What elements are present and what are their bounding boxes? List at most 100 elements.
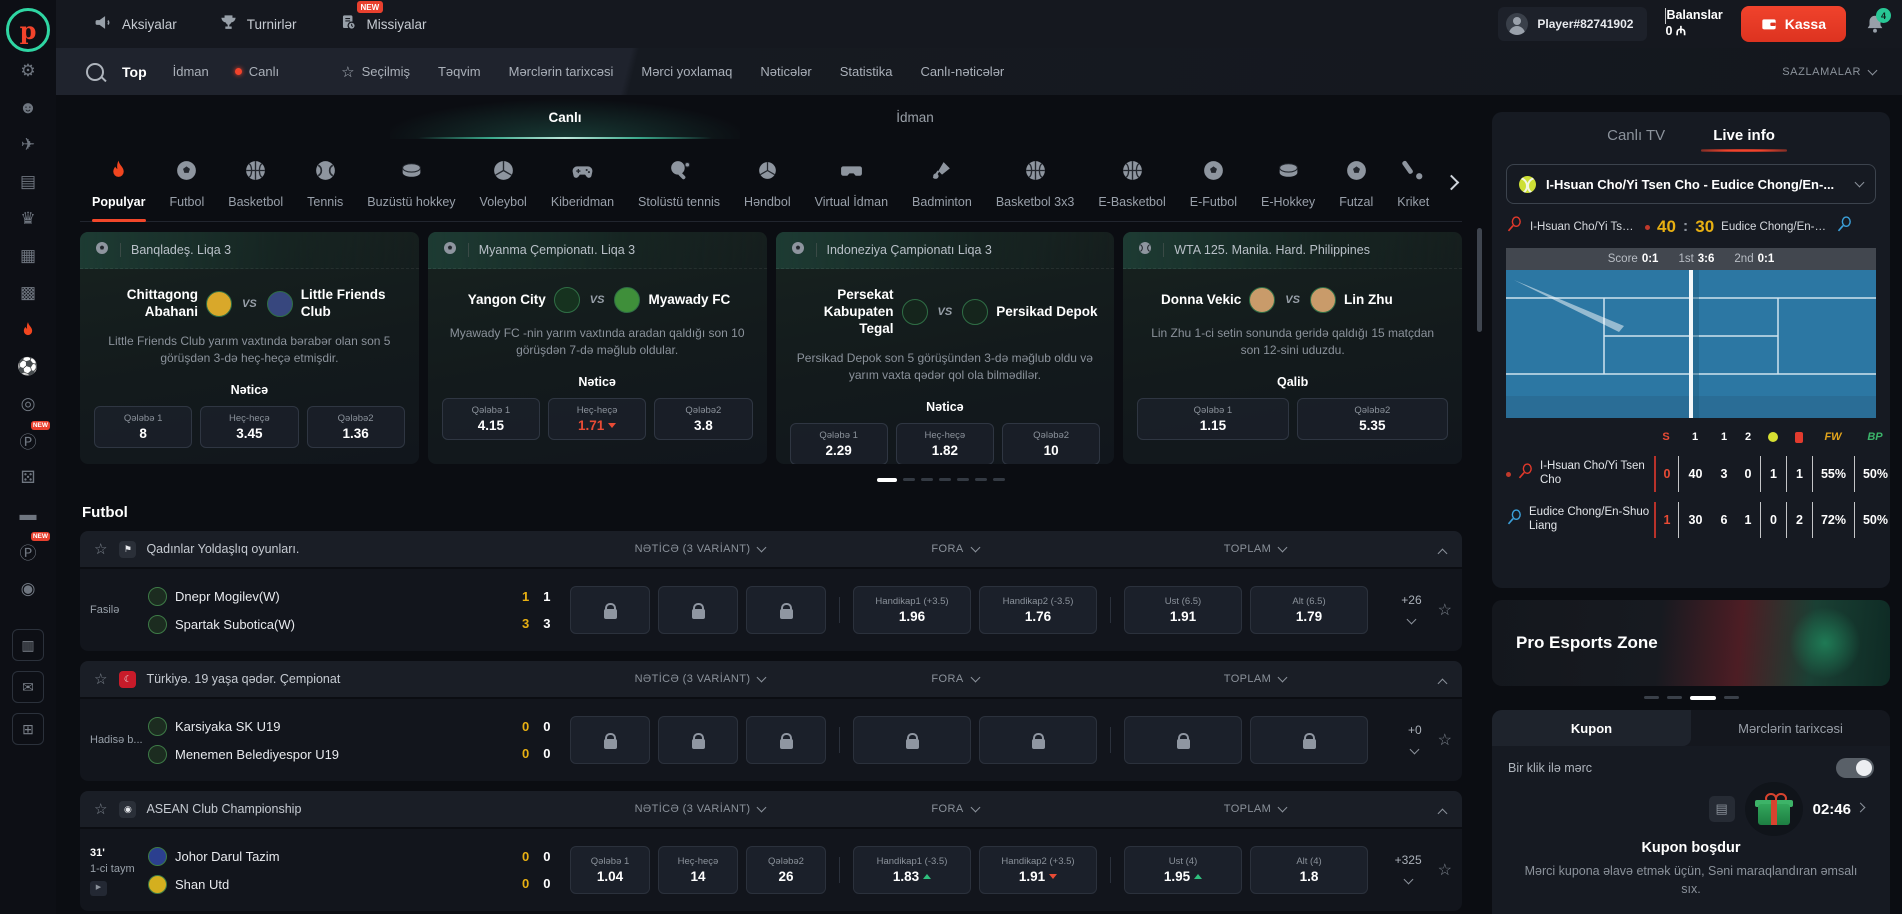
column-header-n-ti-c-3-vari-ant[interactable]: NƏTİCƏ (3 VARİANT) bbox=[590, 661, 810, 697]
odds-button-handikap1-3-5[interactable]: Handikap1 (+3.5)1.96 bbox=[853, 586, 971, 634]
nav-tab-i-dman[interactable]: İdman bbox=[173, 64, 209, 79]
nav-link-m-rcl-rin-tarixc-si[interactable]: Mərclərin tarixcəsi bbox=[509, 64, 614, 79]
gamepad-icon[interactable]: ⚄ bbox=[10, 459, 46, 496]
odds-button-q-l-b-1[interactable]: Qələbə 12.29 bbox=[790, 423, 888, 464]
category-buz-st-hokkey[interactable]: Buzüstü hokkey bbox=[355, 158, 467, 221]
football-icon[interactable]: ⚽ bbox=[10, 348, 46, 385]
category-futzal[interactable]: Futzal bbox=[1327, 158, 1385, 221]
odds-button-q-l-b-1[interactable]: Qələbə 11.04 bbox=[570, 846, 650, 894]
locked-odds-button[interactable] bbox=[570, 586, 650, 634]
categories-next-button[interactable] bbox=[1434, 161, 1468, 207]
video-poker-icon[interactable]: ▤ bbox=[10, 163, 46, 200]
topbar-menu-turnirl-r[interactable]: Turnirlər bbox=[219, 13, 297, 35]
odds-button-handikap2-3-5[interactable]: Handikap2 (-3.5)1.76 bbox=[979, 586, 1097, 634]
rules-icon[interactable]: ▬ bbox=[10, 496, 46, 533]
odds-button-q-l-b-1[interactable]: Qələbə 18 bbox=[94, 406, 192, 448]
club-icon[interactable]: ◉ bbox=[10, 570, 46, 607]
odds-button-alt-6-5[interactable]: Alt (6.5)1.79 bbox=[1250, 586, 1368, 634]
collapse-section-button[interactable] bbox=[1439, 804, 1446, 822]
odds-button-alt-4[interactable]: Alt (4)1.8 bbox=[1250, 846, 1368, 894]
category-stol-st-tennis[interactable]: Stolüstü tennis bbox=[626, 158, 732, 221]
id-card-icon[interactable]: ▥ bbox=[12, 629, 44, 661]
carousel-dot[interactable] bbox=[939, 478, 951, 481]
locked-odds-button[interactable] bbox=[1250, 716, 1368, 764]
locked-odds-button[interactable] bbox=[853, 716, 971, 764]
tab-live[interactable]: Canlı bbox=[390, 95, 740, 139]
column-header-n-ti-c-3-vari-ant[interactable]: NƏTİCƏ (3 VARİANT) bbox=[590, 791, 810, 827]
carousel-dot[interactable] bbox=[1690, 696, 1716, 700]
carousel-dot[interactable] bbox=[975, 478, 987, 481]
carousel-dot[interactable] bbox=[957, 478, 969, 481]
topbar-menu-missiyalar[interactable]: NEWMissiyalar bbox=[339, 13, 427, 35]
column-header-toplam[interactable]: TOPLAM bbox=[1175, 531, 1335, 567]
column-header-toplam[interactable]: TOPLAM bbox=[1175, 661, 1335, 697]
support-chat-icon[interactable]: ✉ bbox=[12, 671, 44, 703]
tab-bet-history[interactable]: Mərclərin tarixcəsi bbox=[1691, 710, 1890, 746]
carousel-dot[interactable] bbox=[993, 478, 1005, 481]
odds-button-handikap2-3-5[interactable]: Handikap2 (+3.5)1.91 bbox=[979, 846, 1097, 894]
category-populyar[interactable]: Populyar bbox=[80, 158, 158, 221]
category-badminton[interactable]: Badminton bbox=[900, 158, 984, 221]
category-kiberidman[interactable]: Kiberidman bbox=[539, 158, 626, 221]
main-scrollbar-thumb[interactable] bbox=[1477, 228, 1482, 332]
odds-button-ust-6-5[interactable]: Ust (6.5)1.91 bbox=[1124, 586, 1242, 634]
more-markets-button[interactable]: +0 bbox=[1408, 721, 1422, 759]
carousel-dot[interactable] bbox=[921, 478, 933, 481]
odds-button-q-l-b-2[interactable]: Qələbə23.8 bbox=[654, 398, 752, 440]
match-select-dropdown[interactable]: I-Hsuan Cho/Yi Tsen Cho - Eudice Chong/E… bbox=[1506, 164, 1876, 204]
favorite-star-icon[interactable]: ☆ bbox=[94, 800, 107, 818]
crown-icon[interactable]: ♛ bbox=[10, 200, 46, 237]
category-e-basketbol[interactable]: E-Basketbol bbox=[1086, 158, 1177, 221]
carousel-dot[interactable] bbox=[1644, 696, 1659, 699]
carousel-dot[interactable] bbox=[1667, 696, 1682, 699]
odds-button-q-l-b-2[interactable]: Qələbə21.36 bbox=[307, 406, 405, 448]
collapse-section-button[interactable] bbox=[1439, 674, 1446, 692]
pinup-promo-icon[interactable]: ⓅNEW bbox=[10, 533, 46, 570]
gift-bonus-button[interactable] bbox=[1745, 782, 1803, 836]
column-header-toplam[interactable]: TOPLAM bbox=[1175, 791, 1335, 827]
carousel-dot[interactable] bbox=[1724, 696, 1739, 699]
odds-button-ust-4[interactable]: Ust (4)1.95 bbox=[1124, 846, 1242, 894]
column-header-fora[interactable]: FORA bbox=[875, 661, 1035, 697]
topbar-menu-aksiyalar[interactable]: Aksiyalar bbox=[94, 13, 177, 35]
promo-code-icon[interactable]: ⊞ bbox=[12, 713, 44, 745]
cards-icon[interactable]: ▩ bbox=[10, 274, 46, 311]
favorite-star-icon[interactable]: ☆ bbox=[1438, 860, 1452, 880]
category-e-hokkey[interactable]: E-Hokkey bbox=[1249, 158, 1327, 221]
category-e-futbol[interactable]: E-Futbol bbox=[1178, 158, 1249, 221]
slots-icon[interactable]: ⚙ bbox=[10, 52, 46, 89]
odds-button-q-l-b-2[interactable]: Qələbə226 bbox=[746, 846, 826, 894]
carousel-dot[interactable] bbox=[877, 478, 897, 482]
locked-odds-button[interactable] bbox=[570, 716, 650, 764]
odds-button-he-he[interactable]: Heç-heçə1.71 bbox=[548, 398, 646, 440]
locked-odds-button[interactable] bbox=[746, 716, 826, 764]
video-play-button[interactable]: ▶ bbox=[90, 881, 107, 896]
category-basketbol-3x3[interactable]: Basketbol 3x3 bbox=[984, 158, 1087, 221]
favorite-star-icon[interactable]: ☆ bbox=[94, 670, 107, 688]
more-markets-button[interactable]: +26 bbox=[1401, 591, 1421, 629]
nav-tab-canl[interactable]: Canlı bbox=[235, 64, 279, 79]
column-header-n-ti-c-3-vari-ant[interactable]: NƏTİCƏ (3 VARİANT) bbox=[590, 531, 810, 567]
tab-kupon[interactable]: Kupon bbox=[1492, 710, 1691, 746]
friends-icon[interactable]: ☻ bbox=[10, 89, 46, 126]
one-click-toggle[interactable] bbox=[1836, 758, 1874, 778]
roulette-icon[interactable]: ◎ bbox=[10, 385, 46, 422]
favorite-star-icon[interactable]: ☆ bbox=[94, 540, 107, 558]
more-markets-button[interactable]: +325 bbox=[1395, 851, 1422, 889]
column-header-fora[interactable]: FORA bbox=[875, 791, 1035, 827]
odds-button-he-he[interactable]: Heç-heçə3.45 bbox=[200, 406, 298, 448]
favorite-star-icon[interactable]: ☆ bbox=[1438, 730, 1452, 750]
odds-button-he-he[interactable]: Heç-heçə1.82 bbox=[896, 423, 994, 464]
dominoes-icon[interactable]: ▦ bbox=[10, 237, 46, 274]
tab-live-info[interactable]: Live info bbox=[1713, 127, 1775, 152]
bonus-timer[interactable]: 02:46 bbox=[1813, 801, 1864, 818]
aviator-icon[interactable]: ✈ bbox=[10, 126, 46, 163]
category-virtual-i-dman[interactable]: Virtual İdman bbox=[803, 158, 900, 221]
search-icon[interactable] bbox=[86, 63, 104, 81]
category-voleybol[interactable]: Voleybol bbox=[468, 158, 539, 221]
red-racket-icon[interactable] bbox=[1506, 216, 1523, 238]
nav-link-se-ilmi[interactable]: ☆Seçilmiş bbox=[341, 63, 410, 81]
hot-live-icon[interactable] bbox=[10, 311, 46, 348]
favorite-star-icon[interactable]: ☆ bbox=[1438, 600, 1452, 620]
brand-logo[interactable]: p bbox=[6, 8, 50, 52]
